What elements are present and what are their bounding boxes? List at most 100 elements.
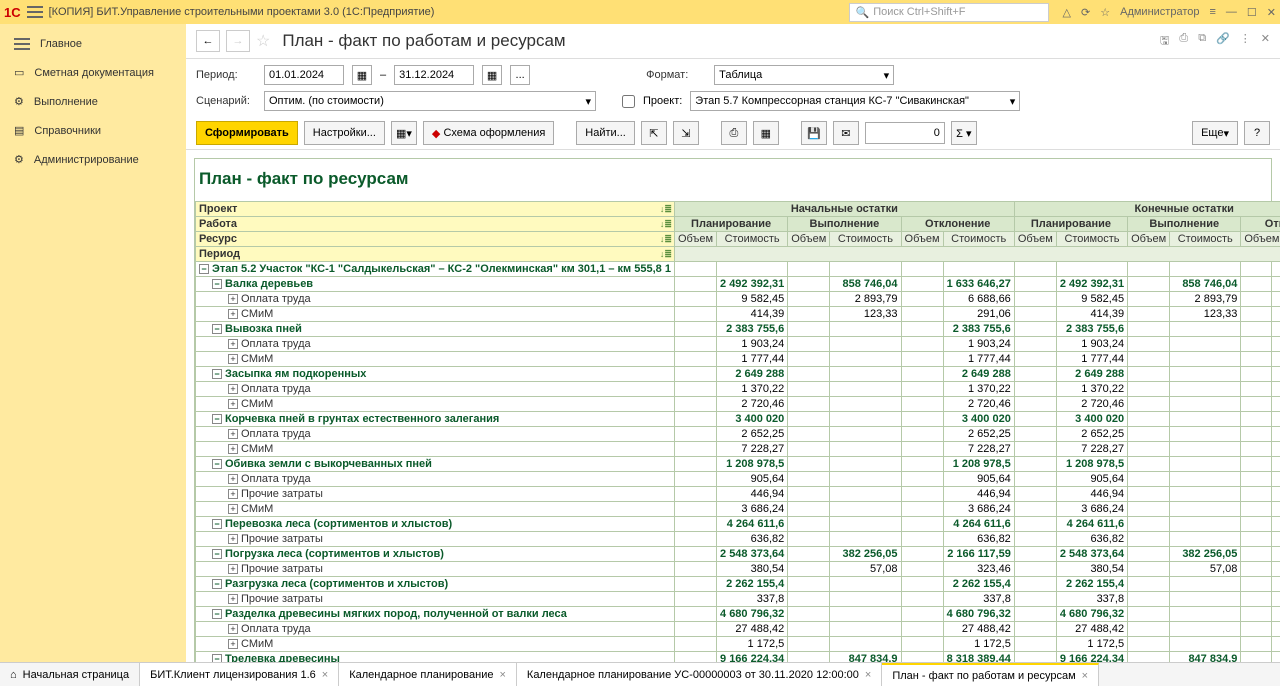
sidebar-item-admin[interactable]: ⚙Администрирование [0, 145, 186, 174]
tree-toggle[interactable]: + [228, 504, 238, 514]
cell [1170, 352, 1241, 367]
format-select[interactable]: Таблица▾ [714, 65, 894, 85]
tree-toggle[interactable]: + [228, 534, 238, 544]
cell [1014, 337, 1056, 352]
tree-toggle[interactable]: − [199, 264, 209, 274]
tree-toggle[interactable]: − [212, 369, 222, 379]
hamburger-icon[interactable] [27, 6, 43, 18]
tree-toggle[interactable]: + [228, 594, 238, 604]
date-from-input[interactable]: 01.01.2024 [264, 65, 344, 85]
mail-button[interactable]: ✉ [833, 121, 859, 145]
print2-button[interactable]: ⎙ [721, 121, 747, 145]
maximize-icon[interactable]: ☐ [1247, 6, 1257, 19]
generate-button[interactable]: Сформировать [196, 121, 298, 145]
cell [1241, 532, 1280, 547]
calendar-from-button[interactable]: ▦ [352, 65, 372, 85]
copy-icon[interactable]: ⧉ [1198, 32, 1206, 51]
sidebar-item-main[interactable]: Главное [0, 30, 186, 58]
tree-toggle[interactable]: − [212, 519, 222, 529]
more-button[interactable]: Еще ▾ [1192, 121, 1238, 145]
tree-toggle[interactable]: + [228, 474, 238, 484]
global-search[interactable]: 🔍 Поиск Ctrl+Shift+F [849, 3, 1049, 22]
scheme-button[interactable]: ◆ Схема оформления [423, 121, 554, 145]
cell: 323,46 [943, 562, 1014, 577]
favorite-star-icon[interactable]: ☆ [256, 31, 270, 51]
tree-toggle[interactable]: + [228, 429, 238, 439]
sidebar-item-refs[interactable]: ▤Справочники [0, 116, 186, 145]
bell-icon[interactable]: △ [1063, 6, 1071, 19]
project-checkbox[interactable] [622, 95, 635, 108]
help-button[interactable]: ? [1244, 121, 1270, 145]
period-picker-button[interactable]: ... [510, 65, 530, 85]
expand-button[interactable]: ⇱ [641, 121, 667, 145]
tree-toggle[interactable]: − [212, 549, 222, 559]
nav-forward-button[interactable]: → [226, 30, 250, 52]
tab[interactable]: План - факт по работам и ресурсам × [882, 663, 1099, 686]
settings-button[interactable]: Настройки... [304, 121, 385, 145]
cell: 380,54 [1056, 562, 1127, 577]
sidebar-item-docs[interactable]: ▭Сметная документация [0, 58, 186, 87]
tab-close-icon[interactable]: × [499, 669, 505, 681]
link-icon[interactable]: 🔗 [1216, 32, 1230, 51]
cell [901, 592, 943, 607]
find-button[interactable]: Найти... [576, 121, 635, 145]
date-to-input[interactable]: 31.12.2024 [394, 65, 474, 85]
tree-toggle[interactable]: + [228, 624, 238, 634]
export-button[interactable]: ▦ [753, 121, 779, 145]
tab[interactable]: Календарное планирование × [339, 663, 517, 686]
tree-toggle[interactable]: − [212, 654, 222, 662]
nav-back-button[interactable]: ← [196, 30, 220, 52]
row-label: СМиМ [241, 503, 273, 515]
menu-dots-icon[interactable]: ≡ [1209, 6, 1215, 18]
tree-toggle[interactable]: + [228, 564, 238, 574]
cell [830, 607, 901, 622]
tree-toggle[interactable]: − [212, 579, 222, 589]
sum-input[interactable] [865, 122, 945, 144]
save2-button[interactable]: 💾 [801, 121, 827, 145]
tab-close-icon[interactable]: × [1082, 670, 1088, 682]
cell [1241, 592, 1280, 607]
scenario-select[interactable]: Оптим. (по стоимости)▾ [264, 91, 596, 111]
tree-toggle[interactable]: − [212, 459, 222, 469]
tree-toggle[interactable]: − [212, 414, 222, 424]
minimize-icon[interactable]: — [1226, 6, 1237, 18]
calendar-to-button[interactable]: ▦ [482, 65, 502, 85]
project-select[interactable]: Этап 5.7 Компрессорная станция КС-7 "Сив… [690, 91, 1020, 111]
cell [901, 577, 943, 592]
tree-toggle[interactable]: + [228, 294, 238, 304]
cell [674, 457, 716, 472]
tree-toggle[interactable]: + [228, 444, 238, 454]
history-icon[interactable]: ⟳ [1081, 6, 1090, 19]
sidebar-item-execution[interactable]: ⚙Выполнение [0, 87, 186, 116]
tree-toggle[interactable]: + [228, 354, 238, 364]
report-table: Проект↓≣Начальные остаткиКонечные остатк… [195, 201, 1280, 662]
tree-toggle[interactable]: + [228, 309, 238, 319]
app-logo: 1C [4, 5, 21, 20]
collapse-button[interactable]: ⇲ [673, 121, 699, 145]
save-icon[interactable]: 🖫 [1160, 32, 1169, 51]
tree-toggle[interactable]: + [228, 399, 238, 409]
tree-toggle[interactable]: − [212, 324, 222, 334]
close-window-icon[interactable]: ✕ [1267, 6, 1276, 19]
more-icon[interactable]: ⋮ [1240, 32, 1251, 51]
tree-toggle[interactable]: + [228, 339, 238, 349]
tab-close-icon[interactable]: × [865, 669, 871, 681]
cell: 2 262 155,4 [717, 577, 788, 592]
sum-button[interactable]: Σ ▾ [951, 121, 977, 145]
tree-toggle[interactable]: + [228, 639, 238, 649]
home-tab[interactable]: ⌂Начальная страница [0, 663, 140, 686]
tab[interactable]: Календарное планирование УС-00000003 от … [517, 663, 882, 686]
tab-close-icon[interactable]: × [322, 669, 328, 681]
star-icon[interactable]: ☆ [1100, 6, 1110, 19]
variants-button[interactable]: ▦▾ [391, 121, 417, 145]
cell [674, 292, 716, 307]
user-label[interactable]: Администратор [1120, 6, 1199, 18]
print-icon[interactable]: ⎙ [1179, 32, 1188, 51]
tree-toggle[interactable]: − [212, 279, 222, 289]
tab[interactable]: БИТ.Клиент лицензирования 1.6 × [140, 663, 339, 686]
tree-toggle[interactable]: + [228, 384, 238, 394]
cell: 2 649 288 [943, 367, 1014, 382]
close-page-icon[interactable]: ✕ [1261, 32, 1270, 51]
tree-toggle[interactable]: − [212, 609, 222, 619]
tree-toggle[interactable]: + [228, 489, 238, 499]
